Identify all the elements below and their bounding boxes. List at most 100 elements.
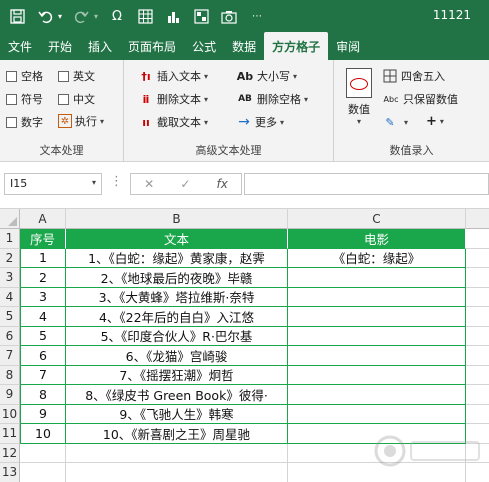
row-header[interactable]: 2 bbox=[0, 248, 20, 268]
row-header[interactable]: 3 bbox=[0, 268, 20, 288]
empty-cell[interactable] bbox=[20, 463, 66, 482]
chart-icon[interactable] bbox=[162, 5, 184, 27]
empty-cell[interactable] bbox=[466, 268, 489, 288]
column-header-b[interactable]: B bbox=[66, 209, 288, 229]
tab-fangfang[interactable]: 方方格子 bbox=[264, 32, 329, 60]
checkbox-chinese[interactable]: 中文 bbox=[58, 91, 95, 107]
insert-text-button[interactable]: †ı 插入文本 ▾ bbox=[138, 68, 208, 84]
table-cell[interactable]: 《白蛇：缘起》 bbox=[288, 248, 466, 268]
table-header-cell[interactable]: 文本 bbox=[66, 229, 288, 249]
table-cell[interactable] bbox=[288, 287, 466, 307]
tab-data[interactable]: 数据 bbox=[224, 32, 264, 60]
chevron-down-icon[interactable]: ▾ bbox=[92, 178, 96, 187]
table-cell[interactable]: 2、《地球最后的夜晚》毕赣 bbox=[66, 268, 288, 288]
chevron-down-icon[interactable]: ▾ bbox=[92, 5, 100, 27]
row-header[interactable]: 5 bbox=[0, 307, 20, 327]
delete-space-button[interactable]: AB 删除空格 ▾ bbox=[236, 91, 308, 107]
table-cell[interactable]: 9 bbox=[20, 404, 66, 424]
empty-cell[interactable] bbox=[66, 463, 288, 482]
table-cell[interactable] bbox=[288, 268, 466, 288]
table-cell[interactable] bbox=[288, 307, 466, 327]
table-cell[interactable]: 10、《新喜剧之王》周星驰 bbox=[66, 424, 288, 444]
table-cell[interactable]: 5、《印度合伙人》R·巴尔基 bbox=[66, 326, 288, 346]
camera-icon[interactable] bbox=[218, 5, 240, 27]
table-cell[interactable] bbox=[288, 385, 466, 405]
select-all-corner[interactable] bbox=[0, 209, 20, 229]
table-cell[interactable]: 4、《22年后的自白》入江悠 bbox=[66, 307, 288, 327]
tab-page-layout[interactable]: 页面布局 bbox=[120, 32, 184, 60]
grid-icon[interactable] bbox=[190, 5, 212, 27]
row-header[interactable]: 10 bbox=[0, 404, 20, 424]
table-cell[interactable]: 7、《摇摆狂潮》炯哲 bbox=[66, 365, 288, 385]
checkbox-english[interactable]: 英文 bbox=[58, 68, 95, 84]
row-header[interactable]: 13 bbox=[0, 463, 20, 482]
table-cell[interactable] bbox=[288, 404, 466, 424]
checkbox-number[interactable]: 数字 bbox=[6, 114, 43, 130]
special-char-icon[interactable]: Ω bbox=[106, 5, 128, 27]
table-cell[interactable]: 6 bbox=[20, 346, 66, 366]
column-header-d[interactable] bbox=[466, 209, 489, 229]
empty-cell[interactable] bbox=[466, 346, 489, 366]
column-header-a[interactable]: A bbox=[20, 209, 66, 229]
empty-cell[interactable] bbox=[466, 249, 489, 268]
table-cell[interactable]: 4 bbox=[20, 307, 66, 327]
table-cell[interactable]: 6、《龙猫》宫崎骏 bbox=[66, 346, 288, 366]
name-box[interactable]: I15 ▾ bbox=[4, 173, 102, 195]
empty-cell[interactable] bbox=[66, 443, 288, 463]
redo-icon[interactable] bbox=[70, 5, 92, 27]
round-button[interactable]: 四舍五入 bbox=[382, 68, 445, 84]
number-button[interactable]: 数值 ▾ bbox=[346, 68, 372, 126]
checkbox-icon[interactable] bbox=[6, 70, 17, 82]
column-header-c[interactable]: C bbox=[288, 209, 466, 229]
more-button[interactable]: → 更多 ▾ bbox=[236, 114, 284, 130]
empty-cell[interactable] bbox=[466, 327, 489, 346]
row-header[interactable]: 4 bbox=[0, 287, 20, 307]
table-header-cell[interactable]: 电影 bbox=[288, 229, 466, 249]
empty-cell[interactable] bbox=[466, 366, 489, 385]
row-header[interactable]: 12 bbox=[0, 443, 20, 463]
undo-icon[interactable] bbox=[34, 5, 56, 27]
row-header[interactable]: 6 bbox=[0, 326, 20, 346]
cancel-icon[interactable]: ✕ bbox=[144, 177, 154, 191]
table-cell[interactable]: 3、《大黄蜂》塔拉维斯·奈特 bbox=[66, 287, 288, 307]
table-cell[interactable]: 1、《白蛇：缘起》黄家康，赵霁 bbox=[66, 248, 288, 268]
table-cell[interactable]: 8、《绿皮书 Green Book》彼得· bbox=[66, 385, 288, 405]
check-icon[interactable]: ✓ bbox=[180, 177, 190, 191]
save-icon[interactable] bbox=[6, 5, 28, 27]
execute-button[interactable]: ✲ 执行 ▾ bbox=[58, 113, 104, 129]
table-cell[interactable] bbox=[288, 365, 466, 385]
row-header[interactable]: 11 bbox=[0, 424, 20, 444]
tab-formulas[interactable]: 公式 bbox=[184, 32, 224, 60]
add-button[interactable]: + ▾ bbox=[426, 114, 444, 129]
table-cell[interactable]: 3 bbox=[20, 287, 66, 307]
table-cell[interactable]: 2 bbox=[20, 268, 66, 288]
table-cell[interactable]: 1 bbox=[20, 248, 66, 268]
case-button[interactable]: Ab 大小写 ▾ bbox=[236, 68, 297, 84]
row-header[interactable]: 1 bbox=[0, 229, 20, 249]
empty-cell[interactable] bbox=[466, 229, 489, 249]
table-header-cell[interactable]: 序号 bbox=[20, 229, 66, 249]
table-icon[interactable] bbox=[134, 5, 156, 27]
checkbox-icon[interactable] bbox=[58, 93, 69, 105]
tab-home[interactable]: 开始 bbox=[40, 32, 80, 60]
checkbox-space[interactable]: 空格 bbox=[6, 68, 43, 84]
row-header[interactable]: 8 bbox=[0, 365, 20, 385]
tab-file[interactable]: 文件 bbox=[0, 32, 40, 60]
tab-review[interactable]: 审阅 bbox=[328, 32, 368, 60]
empty-cell[interactable] bbox=[20, 443, 66, 463]
empty-cell[interactable] bbox=[466, 288, 489, 307]
table-cell[interactable]: 10 bbox=[20, 424, 66, 444]
keep-number-button[interactable]: Abc 只保留数值 bbox=[382, 91, 458, 107]
delete-text-button[interactable]: ⅱ 删除文本 ▾ bbox=[138, 91, 208, 107]
table-cell[interactable]: 9、《飞驰人生》韩寒 bbox=[66, 404, 288, 424]
empty-cell[interactable] bbox=[466, 405, 489, 424]
empty-cell[interactable] bbox=[466, 307, 489, 327]
table-cell[interactable]: 7 bbox=[20, 365, 66, 385]
table-cell[interactable] bbox=[288, 346, 466, 366]
checkbox-icon[interactable] bbox=[58, 70, 69, 82]
formula-bar-splitter[interactable]: ⋮ bbox=[110, 174, 123, 189]
row-header[interactable]: 7 bbox=[0, 346, 20, 366]
table-cell[interactable]: 8 bbox=[20, 385, 66, 405]
row-header[interactable]: 9 bbox=[0, 385, 20, 405]
extract-text-button[interactable]: ıı 截取文本 ▾ bbox=[138, 114, 208, 130]
